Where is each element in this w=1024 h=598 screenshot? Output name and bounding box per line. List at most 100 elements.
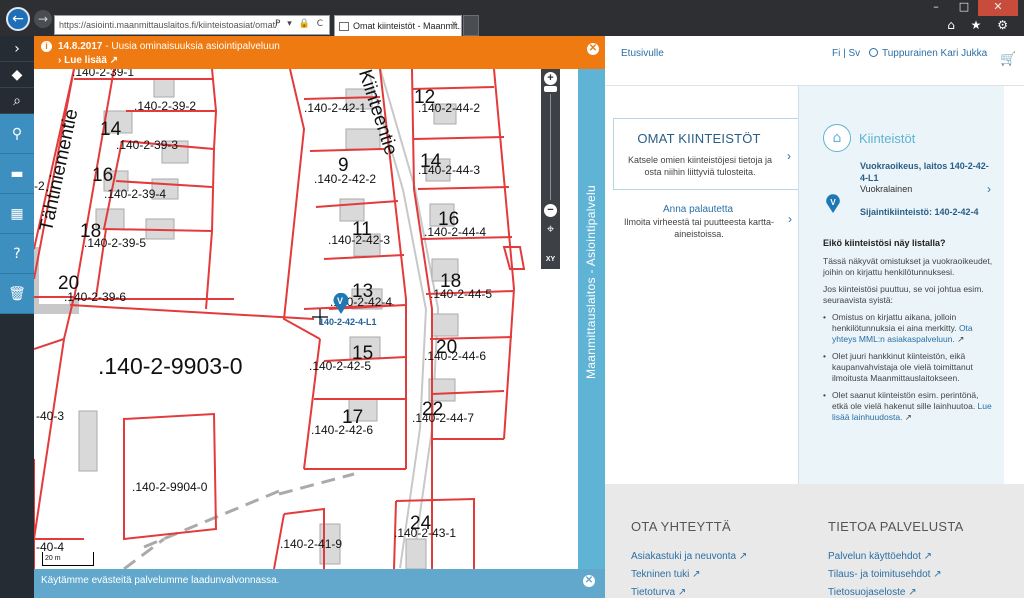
window-close-button[interactable]: ✕ xyxy=(978,0,1018,16)
footer-link[interactable]: Tekninen tuki ↗ xyxy=(631,569,701,580)
feedback-title[interactable]: Anna palautetta xyxy=(613,204,783,215)
zoom-control: + − ⌖ xyxy=(541,69,560,269)
address-bar[interactable]: https://asiointi.maanmittauslaitos.fi/ki… xyxy=(54,15,330,35)
address-bar-icons[interactable]: P ▾ 🔒 C xyxy=(275,19,325,29)
zoom-in-button[interactable]: + xyxy=(544,72,557,85)
house-number: 16 xyxy=(92,165,114,186)
zoom-out-button[interactable]: − xyxy=(544,204,557,217)
maximize-button[interactable]: □ xyxy=(950,0,978,16)
missing-property-help: Tässä näkyvät omistukset ja vuokraoikeud… xyxy=(823,256,993,429)
window-controls: – □ ✕ xyxy=(922,0,1018,16)
house-number: 15 xyxy=(352,343,374,364)
browser-tab[interactable]: Omat kiinteistöt - Maanmit... × xyxy=(334,15,462,36)
measure-area-icon[interactable]: ▦ xyxy=(0,194,34,234)
zoom-slider-track[interactable] xyxy=(550,94,551,200)
layers-icon[interactable]: ◆ xyxy=(0,62,34,88)
property-house-icon: ⌂ xyxy=(823,124,851,152)
browser-toolbar-icons[interactable]: ⌂ ★ ⚙ xyxy=(947,18,1014,32)
feedback-description: Ilmoita virheestä tai puutteesta kartta-… xyxy=(623,217,775,239)
card-title: OMAT KIINTEISTÖT xyxy=(637,131,761,146)
list-item: Olet juuri hankkinut kiinteistön, eikä k… xyxy=(823,351,993,384)
panel-footer: OTA YHTEYTTÄ Asiakastuki ja neuvonta ↗ T… xyxy=(605,484,1024,598)
footer-link[interactable]: Tietosuojaseloste ↗ xyxy=(828,587,917,598)
card-description: Katsele omien kiinteistöjesi tietoja ja … xyxy=(627,155,773,177)
house-number: 24 xyxy=(410,513,432,534)
banner-text: 14.8.2017 - Uusia ominaisuuksia asiointi… xyxy=(58,41,280,52)
property-entry-title[interactable]: Vuokraoikeus, laitos 140-2-42-4-L1 xyxy=(860,160,992,184)
tab-close-icon[interactable]: × xyxy=(451,19,457,30)
language-switch[interactable]: Fi | Sv xyxy=(832,48,860,59)
help-tools-icon[interactable]: ? xyxy=(0,234,34,274)
house-number: 14 xyxy=(100,119,122,140)
footer-link[interactable]: Asiakastuki ja neuvonta ↗ xyxy=(631,551,747,562)
contact-heading: OTA YHTEYTTÄ xyxy=(631,519,731,534)
chevron-right-icon[interactable]: › xyxy=(987,182,991,196)
map-scale-bar: 20 m xyxy=(42,552,94,566)
house-number: 11 xyxy=(352,219,372,240)
reason-text: Olet juuri hankkinut kiinteistön, eikä k… xyxy=(832,351,973,383)
expand-chevron-icon[interactable]: › xyxy=(0,36,34,62)
help-paragraph: Tässä näkyvät omistukset ja vuokraoikeud… xyxy=(823,256,993,277)
info-icon: i xyxy=(41,41,52,52)
marker-letter: V xyxy=(337,296,344,306)
panel-menu: OMAT KIINTEISTÖT Katsele omien kiinteist… xyxy=(611,118,800,484)
coordinate-tool-button[interactable]: XY xyxy=(541,250,560,269)
cookie-notice: Käytämme evästeitä palvelumme laadunvalv… xyxy=(34,569,605,598)
house-number: 18 xyxy=(80,221,102,242)
feedback-card[interactable]: Anna palautetta Ilmoita virheestä tai pu… xyxy=(613,204,800,254)
parcel-label: .140-2-42-1 xyxy=(304,101,367,115)
about-heading: TIETOA PALVELUSTA xyxy=(828,519,964,534)
section-title: Kiinteistöt xyxy=(859,131,916,146)
banner-link-label[interactable]: Lue lisää xyxy=(64,55,107,66)
property-entry-role: Vuokralainen xyxy=(860,184,913,194)
cookie-text: Käytämme evästeitä palvelumme laadunvalv… xyxy=(41,575,280,586)
parcel-label: .140-2-39-3 xyxy=(116,138,179,152)
reasons-list: Omistus on kirjattu aikana, jolloin henk… xyxy=(823,312,993,423)
zoom-slider-handle[interactable] xyxy=(544,86,557,92)
banner-close-icon[interactable]: ✕ xyxy=(587,43,599,55)
missing-property-question: Eikö kiinteistösi näy listalla? xyxy=(823,238,946,248)
home-link[interactable]: Etusivulle xyxy=(621,48,664,59)
properties-section: ⌂ Kiinteistöt Vuokraoikeus, laitos 140-2… xyxy=(798,86,1004,484)
parcel-label: -40-3 xyxy=(36,409,65,423)
cookie-close-icon[interactable]: ✕ xyxy=(583,575,595,587)
trash-icon[interactable]: 🗑 xyxy=(0,274,34,314)
house-number: 16 xyxy=(438,209,460,230)
banner-read-more-link[interactable]: › Lue lisää ↗ xyxy=(58,55,118,66)
chevron-right-icon: › xyxy=(787,149,791,163)
locate-icon[interactable]: ⌖ xyxy=(544,223,557,236)
map-view[interactable]: .140-2-39-1 .140-2-39-2 .140-2-39-3 .140… xyxy=(34,69,582,569)
back-button[interactable]: ← xyxy=(6,7,30,31)
user-menu[interactable]: Tuppurainen Kari Jukka xyxy=(869,48,987,59)
new-tab-button[interactable] xyxy=(463,15,479,36)
parcel-label: .140-2-41-9 xyxy=(280,537,343,551)
sidebar-tools: ⚲ ▬ ▦ ? 🗑 xyxy=(0,114,34,314)
parcel-label: .140-2-39-2 xyxy=(134,99,197,113)
cart-icon[interactable]: 🛒 xyxy=(1000,52,1016,67)
footer-link[interactable]: Tilaus- ja toimitusehdot ↗ xyxy=(828,569,942,580)
house-number: 20 xyxy=(58,273,80,294)
url-text: https://asiointi.maanmittauslaitos.fi/ki… xyxy=(59,20,278,30)
forward-button[interactable]: → xyxy=(34,10,52,28)
user-icon xyxy=(869,48,878,57)
minimize-button[interactable]: – xyxy=(922,0,950,16)
location-parcel[interactable]: Sijaintikiinteistö: 140-2-42-4 xyxy=(860,207,979,217)
search-icon[interactable]: ⌕ xyxy=(0,88,34,114)
footer-link[interactable]: Tietoturva ↗ xyxy=(631,587,686,598)
property-pin-icon: V xyxy=(826,194,840,213)
measure-ruler-icon[interactable]: ▬ xyxy=(0,154,34,194)
announcement-banner: i 14.8.2017 - Uusia ominaisuuksia asioin… xyxy=(34,36,605,69)
marker-label: 140-2-42-4-L1 xyxy=(319,317,377,327)
house-number: 17 xyxy=(342,407,364,428)
service-side-tab[interactable]: Maanmittauslaitos - Asiointipalvelu xyxy=(578,69,605,569)
list-item: Olet saanut kiinteistön esim. perintönä,… xyxy=(823,390,993,423)
reason-text: Olet saanut kiinteistön esim. perintönä,… xyxy=(832,390,979,411)
house-number: 13 xyxy=(352,281,374,302)
user-name[interactable]: Tuppurainen Kari Jukka xyxy=(882,48,987,59)
location-pin-icon[interactable]: ⚲ xyxy=(0,114,34,154)
omat-kiinteistot-card[interactable]: OMAT KIINTEISTÖT Katsele omien kiinteist… xyxy=(613,118,800,190)
side-tab-label: Maanmittauslaitos - Asiointipalvelu xyxy=(584,185,598,379)
footer-link[interactable]: Palvelun käyttöehdot ↗ xyxy=(828,551,932,562)
house-number: 9 xyxy=(338,155,349,176)
help-paragraph: Jos kiinteistösi puuttuu, se voi johtua … xyxy=(823,284,984,305)
